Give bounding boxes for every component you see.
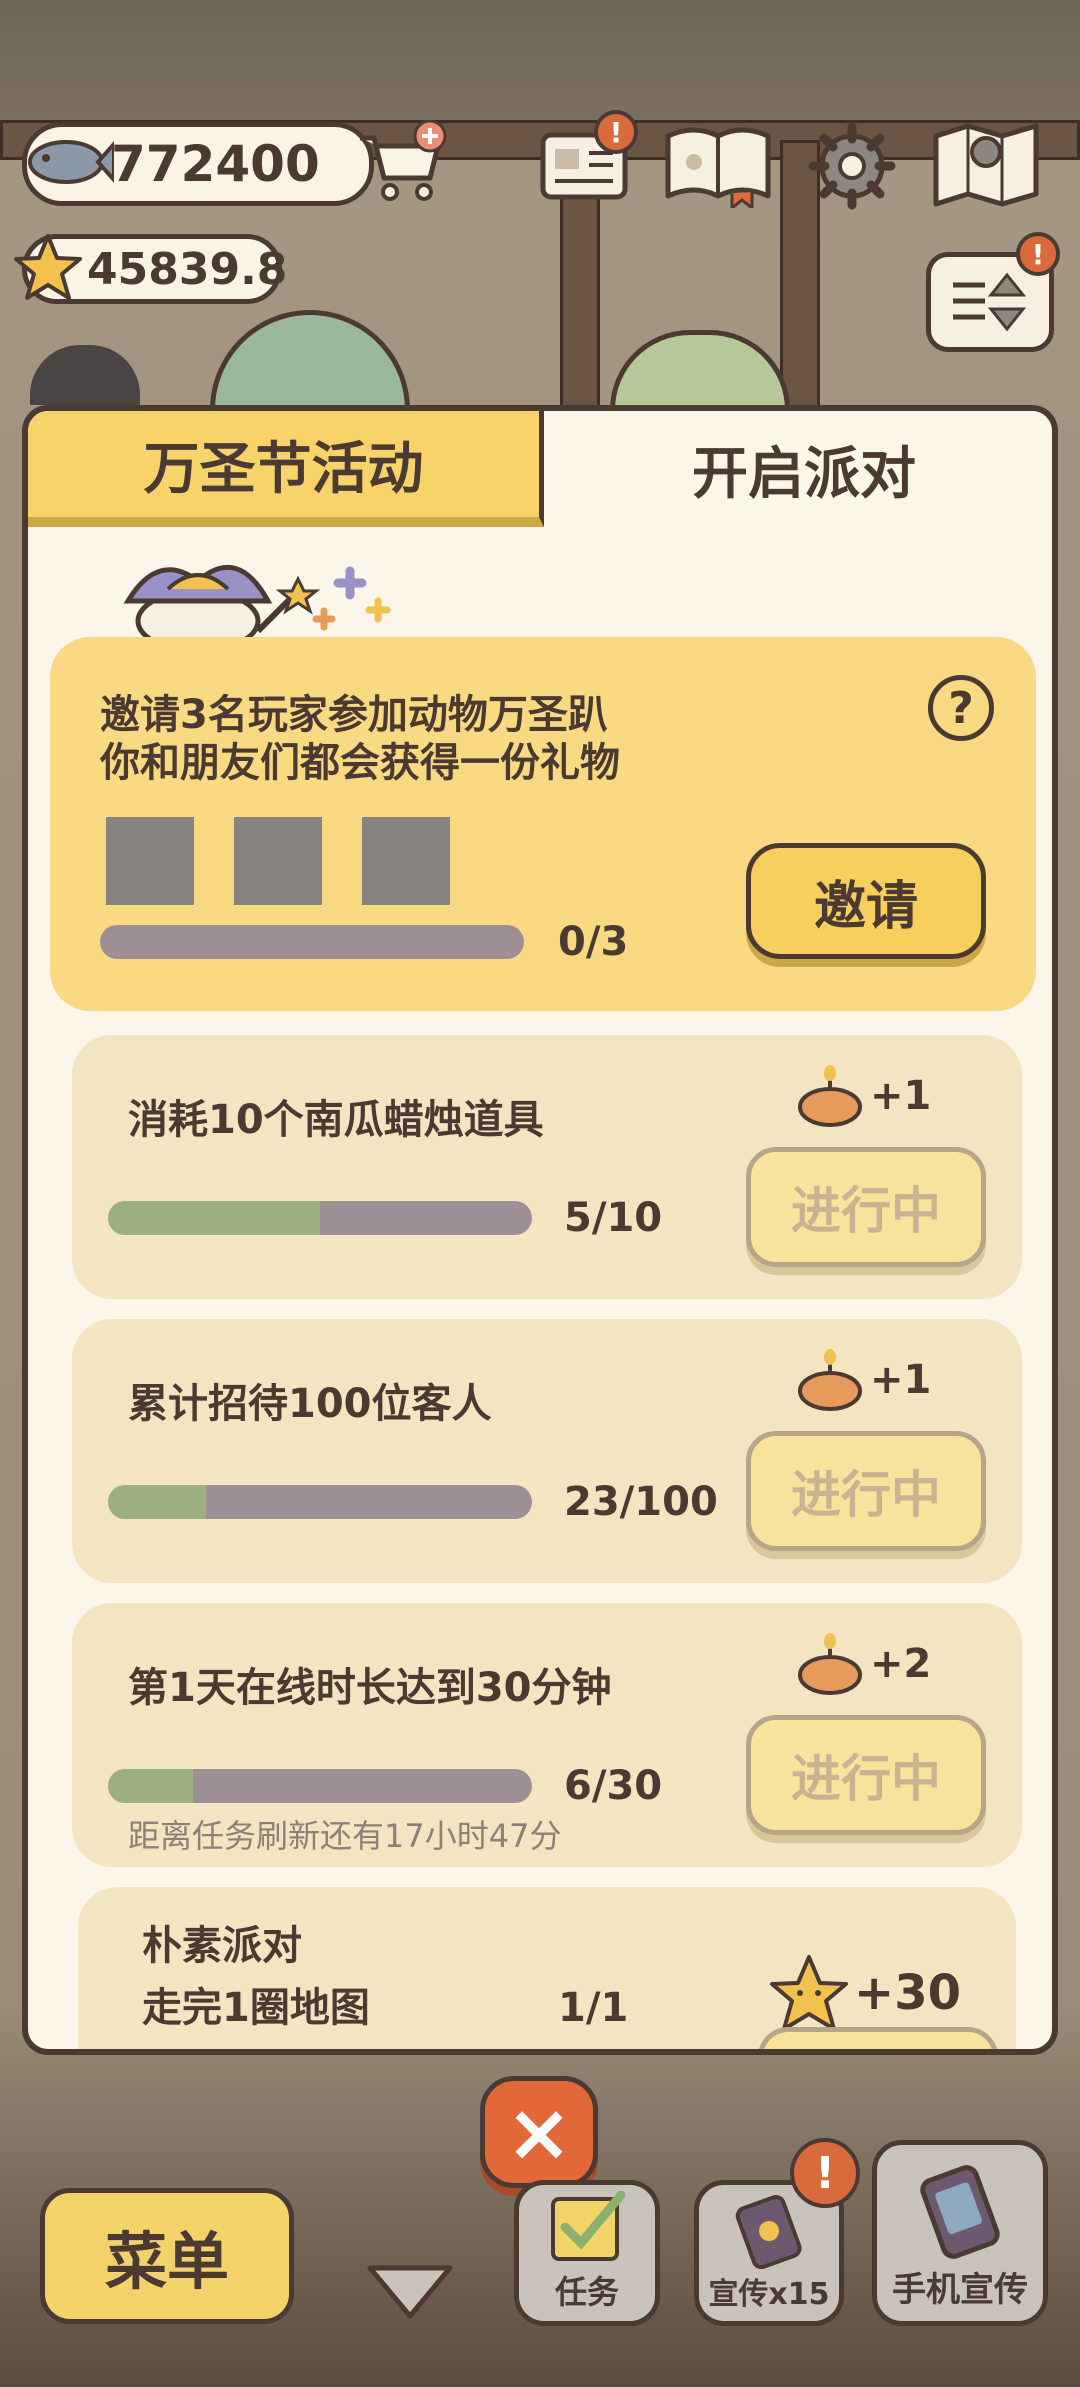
promo-label: 宣传x15 [708, 2277, 830, 2312]
star-reward-icon [770, 1955, 848, 2031]
task-progress-bar [108, 1485, 532, 1519]
task-progress-text: 5/10 [564, 1195, 663, 1241]
party-task-card: 朴素派对 走完1圈地图 1/1 +30 [78, 1887, 1016, 2049]
task-title: 第1天在线时长达到30分钟 [128, 1665, 612, 1711]
pumpkin-candle-icon [798, 1065, 862, 1127]
task-reward: +2 [796, 1633, 931, 1695]
map-icon [933, 123, 1039, 207]
task-progress-fill [108, 1201, 320, 1235]
close-icon: × [505, 2085, 573, 2179]
task-status-label: 进行中 [791, 1466, 941, 1524]
phone-icon [920, 2165, 1000, 2259]
close-button[interactable]: × [480, 2076, 598, 2188]
invite-slot-1 [106, 817, 194, 905]
party-panel: 万圣节活动 开启派对 邀请3名玩家参加动物万圣趴 你和朋友们都会获得一份礼物 ?… [22, 405, 1058, 2055]
task-card: 第1天在线时长达到30分钟 6/30 距离任务刷新还有17小时47分 +2 进行… [72, 1603, 1022, 1867]
help-button[interactable]: ? [928, 675, 994, 741]
settings-button[interactable] [804, 118, 900, 214]
arch-window [610, 330, 790, 410]
task-status-button[interactable]: 进行中 [746, 1147, 986, 1267]
invite-progress-bar [100, 925, 524, 959]
pumpkin-candle-icon [798, 1633, 862, 1695]
task-status-label: 进行中 [791, 1750, 941, 1808]
task-progress-text: 23/100 [564, 1479, 718, 1525]
phone-promo-button[interactable]: 手机宣传 [872, 2140, 1048, 2326]
settings-gear-icon [808, 122, 896, 210]
task-status-button[interactable]: 进行中 [746, 1431, 986, 1551]
task-reward-amount: +1 [870, 1073, 932, 1119]
tab-party-label: 开启派对 [692, 441, 916, 507]
news-alert-badge: ! [594, 110, 638, 154]
help-icon: ? [948, 682, 974, 734]
promo-alert-badge: ! [790, 2138, 860, 2208]
tab-halloween-label: 万圣节活动 [143, 436, 424, 502]
collapse-arrow-icon[interactable] [364, 2262, 456, 2322]
task-reward: +1 [796, 1065, 931, 1127]
menu-button[interactable]: 菜单 [40, 2188, 294, 2324]
invite-slot-2 [234, 817, 322, 905]
task-progress-bar [108, 1769, 532, 1803]
star-icon [14, 234, 82, 300]
invite-slot-3 [362, 817, 450, 905]
invite-progress-text: 0/3 [558, 919, 629, 965]
invite-text: 邀请3名玩家参加动物万圣趴 你和朋友们都会获得一份礼物 [100, 692, 620, 786]
menu-label: 菜单 [104, 2225, 229, 2298]
party-task-button[interactable] [758, 2027, 998, 2049]
party-task-reward: +30 [768, 1953, 961, 2033]
phone-promo-icon [735, 2194, 802, 2269]
tasks-button[interactable]: 任务 [514, 2180, 660, 2326]
map-button[interactable] [928, 116, 1044, 212]
pumpkin-candle-icon [798, 1349, 862, 1411]
task-title: 消耗10个南瓜蜡烛道具 [128, 1097, 544, 1143]
guide-book-icon [665, 127, 771, 208]
tab-halloween-event[interactable]: 万圣节活动 [28, 411, 544, 527]
task-card: 消耗10个南瓜蜡烛道具 5/10 +1 进行中 [72, 1035, 1022, 1299]
invite-button[interactable]: 邀请 [746, 843, 986, 959]
party-task-progress-text: 1/1 [558, 1985, 629, 2031]
task-reward: +1 [796, 1349, 931, 1411]
cart-plus-icon [360, 120, 447, 201]
jester-cat-icon [123, 564, 391, 651]
task-progress-fill [108, 1769, 193, 1803]
tasks-label: 任务 [554, 2273, 619, 2311]
shop-cart-button[interactable] [352, 118, 452, 208]
refresh-timer-note: 距离任务刷新还有17小时47分 [128, 1817, 562, 1855]
task-reward-amount: +1 [870, 1357, 932, 1403]
phone-promo-label: 手机宣传 [892, 2270, 1028, 2310]
green-awning [210, 310, 410, 410]
cat-character [30, 345, 140, 405]
party-task-title: 朴素派对 走完1圈地图 [142, 1923, 370, 2031]
tab-start-party[interactable]: 开启派对 [544, 411, 1052, 527]
task-reward-amount: +2 [870, 1641, 932, 1687]
fish-value: 772400 [111, 135, 320, 193]
task-status-button[interactable]: 进行中 [746, 1715, 986, 1835]
invite-card: 邀请3名玩家参加动物万圣趴 你和朋友们都会获得一份礼物 ? 0/3 邀请 [50, 637, 1036, 1011]
task-progress-fill [108, 1485, 206, 1519]
sort-icon [953, 272, 1027, 332]
task-card: 累计招待100位客人 23/100 +1 进行中 [72, 1319, 1022, 1583]
checklist-icon [551, 2191, 626, 2261]
task-title: 累计招待100位客人 [128, 1381, 492, 1427]
task-progress-text: 6/30 [564, 1763, 663, 1809]
sort-alert-badge: ! [1016, 232, 1060, 276]
guide-book-button[interactable] [660, 120, 776, 210]
task-progress-bar [108, 1201, 532, 1235]
star-value: 45839.8 [87, 243, 288, 295]
task-status-label: 进行中 [791, 1182, 941, 1240]
invite-button-label: 邀请 [813, 876, 918, 937]
party-task-reward-amount: +30 [854, 1965, 962, 2021]
fish-icon [28, 140, 114, 184]
